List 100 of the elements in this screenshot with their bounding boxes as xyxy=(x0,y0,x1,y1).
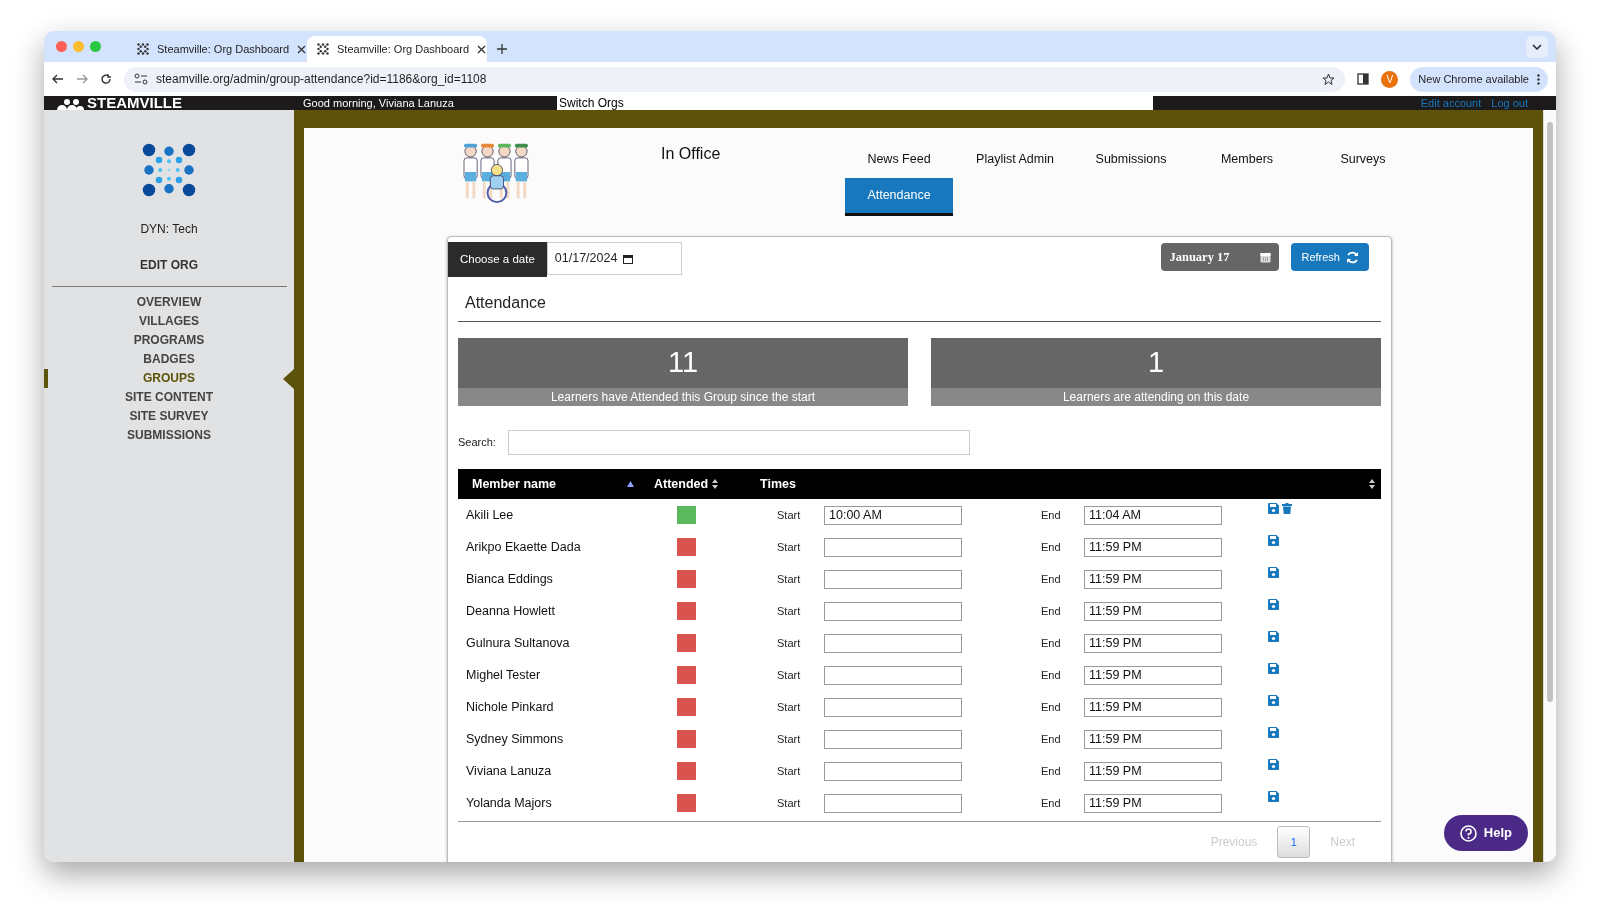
end-time-field[interactable]: 11:59 PM xyxy=(1084,633,1222,653)
scrollbar-thumb[interactable] xyxy=(1547,122,1553,702)
start-label: Start xyxy=(777,571,802,587)
end-time-field[interactable]: 11:04 AM xyxy=(1084,505,1222,525)
end-time-field[interactable]: 11:59 PM xyxy=(1084,761,1222,781)
save-icon[interactable] xyxy=(1268,663,1279,674)
close-icon[interactable] xyxy=(477,44,487,54)
page-button[interactable]: 1 xyxy=(1277,826,1311,858)
forward-icon[interactable] xyxy=(76,73,88,85)
sidebar-item[interactable]: SITE CONTENT xyxy=(44,388,294,407)
end-label: End xyxy=(1041,795,1062,811)
search-field[interactable] xyxy=(507,430,970,455)
sidebar-item[interactable]: OVERVIEW xyxy=(44,293,294,312)
refresh-button[interactable]: Refresh xyxy=(1291,243,1369,271)
member-name: Gulnura Sultanova xyxy=(465,634,571,652)
member-name: Viviana Lanuza xyxy=(465,762,553,780)
refresh-icon xyxy=(1346,250,1359,264)
section-title: Attendance xyxy=(458,291,1381,322)
member-name: Deanna Howlett xyxy=(465,602,556,620)
save-icon[interactable] xyxy=(1268,567,1279,578)
star-icon[interactable] xyxy=(1322,72,1336,86)
date-chip[interactable]: January 17 xyxy=(1161,243,1280,271)
sidebar-item[interactable]: SITE SURVEY xyxy=(44,407,294,426)
start-time-field[interactable] xyxy=(824,665,962,685)
org-name: DYN: Tech xyxy=(140,221,198,238)
start-time-field[interactable] xyxy=(824,729,962,749)
nav-tab[interactable]: News Feed xyxy=(845,141,953,177)
new-tab-icon[interactable] xyxy=(497,44,507,54)
member-name: Bianca Eddings xyxy=(465,570,554,588)
start-time-field[interactable] xyxy=(824,793,962,813)
browser-tab[interactable]: Steamville: Org Dashboard xyxy=(307,36,487,62)
favicon-icon xyxy=(137,43,149,55)
member-name: Yolanda Majors xyxy=(465,794,553,812)
member-name: Sydney Simmons xyxy=(465,730,565,748)
save-icon[interactable] xyxy=(1268,631,1279,642)
trash-icon[interactable] xyxy=(1282,503,1292,514)
reload-icon[interactable] xyxy=(100,73,112,85)
end-label: End xyxy=(1041,731,1062,747)
date-field[interactable]: 01/17/2024 xyxy=(546,242,682,275)
header-link[interactable]: Edit account xyxy=(1420,96,1482,110)
help-icon xyxy=(1459,824,1477,842)
sidebar-item[interactable]: PROGRAMS xyxy=(44,331,294,350)
save-icon[interactable] xyxy=(1268,535,1279,546)
member-name: Nichole Pinkard xyxy=(465,698,555,716)
start-time-field[interactable] xyxy=(824,601,962,621)
end-time-field[interactable]: 11:59 PM xyxy=(1084,665,1222,685)
sidebar-item[interactable]: SUBMISSIONS xyxy=(44,426,294,445)
update-button[interactable]: New Chrome available xyxy=(1410,66,1548,92)
end-label: End xyxy=(1041,635,1062,651)
save-icon[interactable] xyxy=(1268,503,1279,514)
column-header[interactable]: Member name xyxy=(472,474,557,494)
side-panel-icon[interactable] xyxy=(1357,73,1370,85)
browser-tab[interactable]: Steamville: Org Dashboard xyxy=(127,36,307,62)
start-time-field[interactable] xyxy=(824,633,962,653)
sidebar-item[interactable]: VILLAGES xyxy=(44,312,294,331)
save-icon[interactable] xyxy=(1268,759,1279,770)
start-time-field[interactable] xyxy=(824,569,962,589)
nav-tab[interactable]: Playlist Admin xyxy=(961,141,1069,177)
sort-icon[interactable] xyxy=(712,479,719,489)
start-time-field[interactable] xyxy=(824,537,962,557)
end-time-field[interactable]: 11:59 PM xyxy=(1084,537,1222,557)
nav-tab[interactable]: Attendance xyxy=(845,177,953,216)
calendar-icon[interactable] xyxy=(623,253,634,264)
site-info-icon[interactable] xyxy=(134,73,148,85)
start-time-field[interactable]: 10:00 AM xyxy=(824,505,962,525)
stat-value: 11 xyxy=(666,345,700,381)
end-label: End xyxy=(1041,763,1062,779)
end-time-field[interactable]: 11:59 PM xyxy=(1084,697,1222,717)
chevron-down-icon[interactable] xyxy=(1526,36,1548,58)
close-icon[interactable] xyxy=(297,44,307,54)
nav-tab[interactable]: Members xyxy=(1193,141,1301,177)
sort-ascending-icon[interactable] xyxy=(627,481,634,487)
end-time-field[interactable]: 11:59 PM xyxy=(1084,793,1222,813)
start-label: Start xyxy=(777,667,802,683)
column-header[interactable]: Attended xyxy=(654,474,709,494)
switch-orgs-field[interactable]: Switch Orgs xyxy=(557,96,1153,110)
start-time-field[interactable] xyxy=(824,697,962,717)
url-text[interactable]: steamville.org/admin/group-attendance?id=1186&org_id=1108 xyxy=(156,70,487,88)
save-icon[interactable] xyxy=(1268,599,1279,610)
help-button[interactable]: Help xyxy=(1443,815,1528,851)
stat-caption: Learners are attending on this date xyxy=(931,388,1381,406)
sidebar-item[interactable]: BADGES xyxy=(44,350,294,369)
column-header[interactable]: Times xyxy=(760,474,796,494)
header-link[interactable]: Log out xyxy=(1491,96,1528,110)
sort-icon[interactable] xyxy=(1369,479,1375,489)
save-icon[interactable] xyxy=(1268,791,1279,802)
nav-tab[interactable]: Submissions xyxy=(1077,141,1185,177)
edit-org-link[interactable]: EDIT ORG xyxy=(140,256,198,274)
end-time-field[interactable]: 11:59 PM xyxy=(1084,729,1222,749)
save-icon[interactable] xyxy=(1268,695,1279,706)
nav-tab[interactable]: Surveys xyxy=(1309,141,1417,177)
member-name: Mighel Tester xyxy=(465,666,542,684)
start-label: Start xyxy=(777,795,802,811)
start-time-field[interactable] xyxy=(824,761,962,781)
start-label: Start xyxy=(777,635,802,651)
end-time-field[interactable]: 11:59 PM xyxy=(1084,569,1222,589)
end-time-field[interactable]: 11:59 PM xyxy=(1084,601,1222,621)
search-label: Search: xyxy=(458,435,496,451)
back-icon[interactable] xyxy=(52,73,64,85)
save-icon[interactable] xyxy=(1268,727,1279,738)
